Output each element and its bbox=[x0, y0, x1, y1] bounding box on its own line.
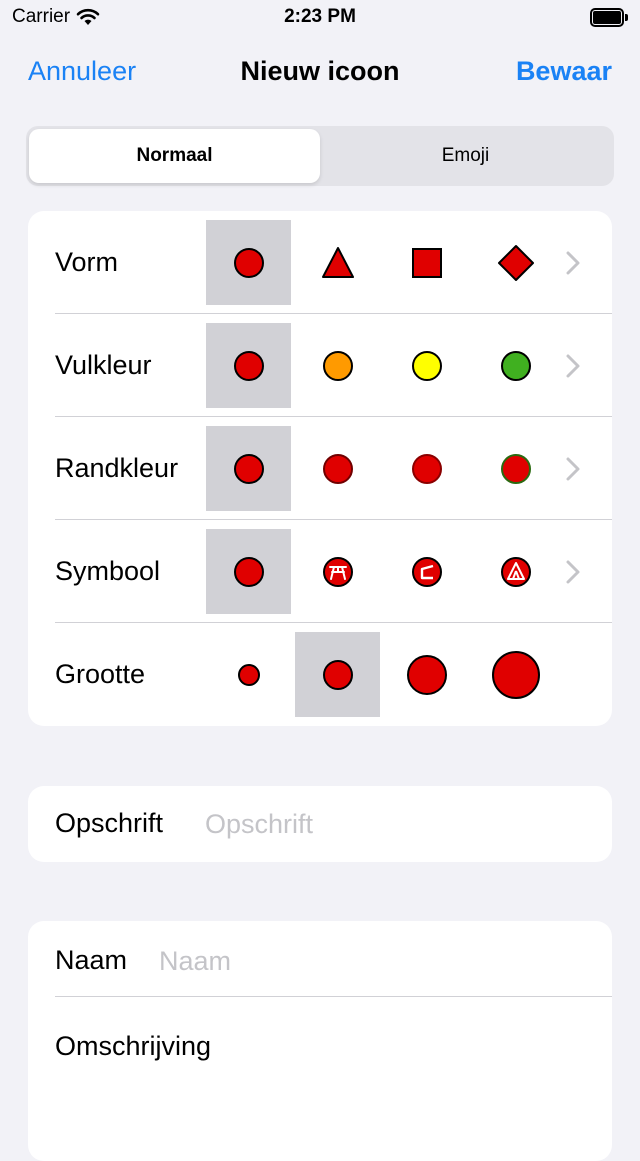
border-option-red[interactable] bbox=[384, 426, 469, 511]
square-shape-icon bbox=[411, 247, 442, 278]
chevron-right-icon[interactable] bbox=[564, 558, 582, 586]
fill-option-red[interactable] bbox=[206, 323, 291, 408]
shape-option-triangle[interactable] bbox=[295, 220, 380, 305]
size-row: Grootte bbox=[28, 623, 612, 726]
border-option-green[interactable] bbox=[473, 426, 558, 511]
status-bar: Carrier 2:23 PM bbox=[0, 0, 640, 36]
medium-circle-icon bbox=[322, 659, 353, 690]
caption-input[interactable] bbox=[205, 804, 585, 844]
shape-option-circle[interactable] bbox=[206, 220, 291, 305]
fill-color-row: Vulkleur bbox=[28, 314, 612, 417]
fill-option-yellow[interactable] bbox=[384, 323, 469, 408]
symbol-option-none[interactable] bbox=[206, 529, 291, 614]
chevron-right-icon[interactable] bbox=[564, 455, 582, 483]
symbol-label: Symbool bbox=[55, 556, 161, 586]
name-input[interactable] bbox=[159, 941, 579, 981]
border-color-label: Randkleur bbox=[55, 453, 179, 483]
shape-option-square[interactable] bbox=[384, 220, 469, 305]
status-time: 2:23 PM bbox=[284, 6, 356, 27]
caption-label: Opschrift bbox=[55, 808, 164, 838]
large-circle-icon bbox=[406, 654, 447, 695]
ramp-icon bbox=[411, 556, 442, 587]
green-border-circle-icon bbox=[500, 453, 531, 484]
size-option-extra-large[interactable] bbox=[473, 632, 558, 717]
symbol-row: Symbool bbox=[28, 520, 612, 623]
size-option-small[interactable] bbox=[206, 632, 291, 717]
navigation-bar: Annuleer Nieuw icoon Bewaar bbox=[0, 46, 640, 100]
orange-circle-icon bbox=[322, 350, 353, 381]
name-description-card: Naam Omschrijving bbox=[28, 921, 612, 1161]
shape-row: Vorm bbox=[28, 211, 612, 314]
black-border-circle-icon bbox=[233, 453, 264, 484]
icon-type-segmented-control: Normaal Emoji bbox=[26, 126, 614, 186]
fill-option-green[interactable] bbox=[473, 323, 558, 408]
border-color-row: Randkleur bbox=[28, 417, 612, 520]
save-button[interactable]: Bewaar bbox=[516, 56, 612, 87]
fill-option-orange[interactable] bbox=[295, 323, 380, 408]
field-divider bbox=[55, 996, 612, 997]
caption-card: Opschrift bbox=[28, 786, 612, 862]
chevron-right-icon[interactable] bbox=[564, 249, 582, 277]
red-border-circle-icon bbox=[411, 453, 442, 484]
extra-large-circle-icon bbox=[491, 650, 540, 699]
segment-emoji[interactable]: Emoji bbox=[320, 129, 611, 183]
size-label: Grootte bbox=[55, 659, 146, 689]
picnic-table-icon bbox=[322, 556, 353, 587]
border-option-black[interactable] bbox=[206, 426, 291, 511]
name-label: Naam bbox=[55, 945, 128, 975]
shape-label: Vorm bbox=[55, 247, 119, 277]
circle-shape-icon bbox=[233, 247, 264, 278]
yellow-circle-icon bbox=[411, 350, 442, 381]
shape-option-diamond[interactable] bbox=[473, 220, 558, 305]
battery-icon bbox=[590, 8, 628, 27]
size-option-medium[interactable] bbox=[295, 632, 380, 717]
green-circle-icon bbox=[500, 350, 531, 381]
triangle-shape-icon bbox=[321, 246, 354, 278]
symbol-option-picnic[interactable] bbox=[295, 529, 380, 614]
chevron-right-icon[interactable] bbox=[564, 352, 582, 380]
red-circle-icon bbox=[233, 350, 264, 381]
small-circle-icon bbox=[237, 663, 260, 686]
segment-normal[interactable]: Normaal bbox=[29, 129, 320, 183]
description-label[interactable]: Omschrijving bbox=[55, 1031, 211, 1062]
icon-options-card: Vorm Vulkleur Randkleur Symbool Grootte bbox=[28, 211, 612, 726]
dark-red-border-circle-icon bbox=[322, 453, 353, 484]
size-option-large[interactable] bbox=[384, 632, 469, 717]
diamond-shape-icon bbox=[497, 244, 534, 281]
fill-color-label: Vulkleur bbox=[55, 350, 152, 380]
tent-icon bbox=[500, 556, 531, 587]
symbol-option-tent[interactable] bbox=[473, 529, 558, 614]
symbol-option-ramp[interactable] bbox=[384, 529, 469, 614]
border-option-dark-red[interactable] bbox=[295, 426, 380, 511]
plain-circle-icon bbox=[233, 556, 264, 587]
